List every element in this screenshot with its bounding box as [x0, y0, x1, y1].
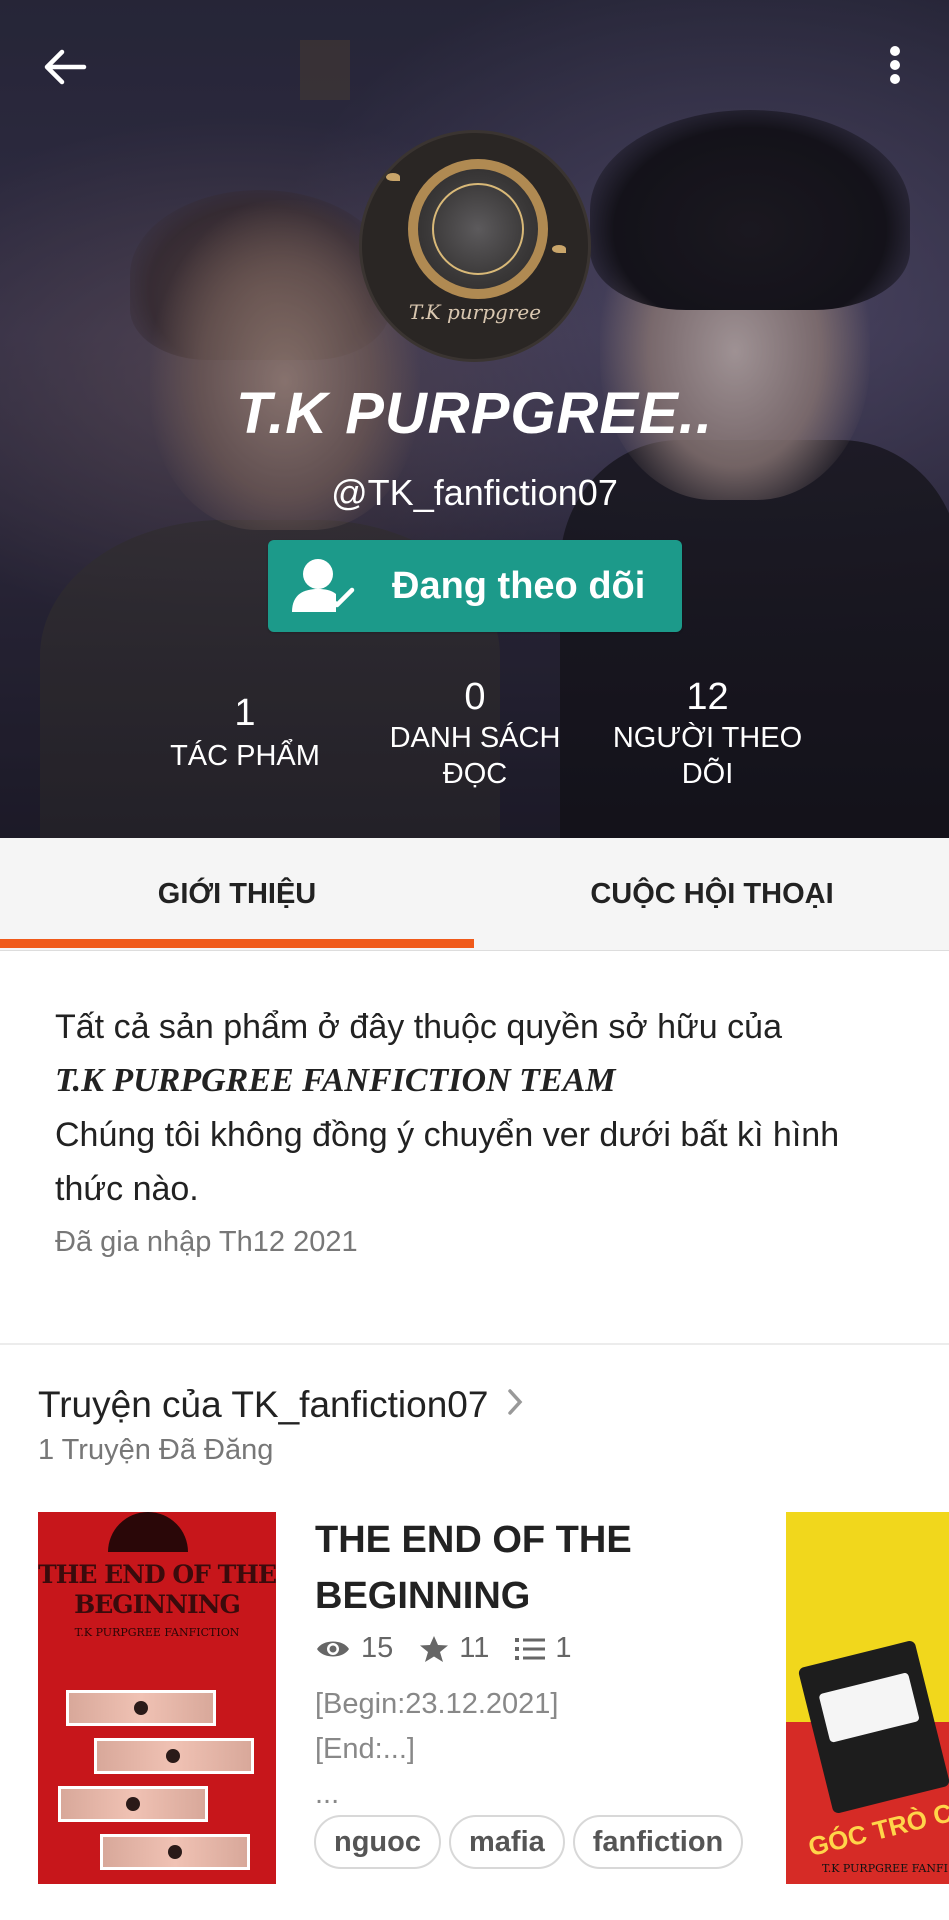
more-options-button[interactable] [870, 40, 920, 90]
story-description-line: [Begin:23.12.2021] [315, 1688, 559, 1720]
stat-works[interactable]: 1 TÁC PHẨM [140, 690, 350, 774]
stat-followers-label: NGƯỜI THEO [612, 722, 803, 754]
eye-icon [317, 1641, 349, 1656]
about-team-name: T.K PURPGREE FANFICTION TEAM [55, 1062, 616, 1099]
list-icon [515, 1637, 546, 1660]
profile-tabs: GIỚI THIỆU CUỘC HỘI THOẠI [0, 838, 949, 951]
about-text-line: Tất cả sản phẩm ở đây thuộc quyền sở hữu… [55, 1008, 782, 1046]
story-cover[interactable]: THE END OF THE BEGINNING T.K PURPGREE FA… [38, 1512, 276, 1884]
profile-header: T.K purpgree T.K PURPGREE.. @TK_fanficti… [0, 0, 949, 838]
tab-about[interactable]: GIỚI THIỆU [0, 838, 474, 950]
following-button[interactable]: Đang theo dõi [268, 540, 682, 632]
story-votes-count: 11 [459, 1632, 490, 1664]
tag-chip[interactable]: mafia [449, 1815, 565, 1869]
avatar-logo-text: T.K purpgree [408, 300, 542, 324]
profile-handle: @TK_fanfiction07 [331, 472, 618, 513]
bird-decoration-icon [552, 245, 566, 253]
user-check-icon [268, 540, 378, 632]
stories-count: 1 Truyện Đã Đăng [38, 1434, 274, 1466]
following-label: Đang theo dõi [392, 564, 646, 607]
section-divider [0, 1343, 949, 1345]
stat-reading-lists-label-2: ĐỌC [442, 758, 508, 790]
cover-eye-strip [66, 1690, 216, 1726]
next-story-cover[interactable]: GÓC TRÒ CHUY T.K PURPGREE FANFI [786, 1512, 949, 1884]
story-stats: 15 11 1 [315, 1632, 598, 1665]
story-parts-count: 1 [555, 1632, 572, 1664]
story-parts: 1 [515, 1632, 572, 1665]
stories-header[interactable]: Truyện của TK_fanfiction07 [38, 1384, 524, 1426]
arrow-left-icon [44, 49, 87, 85]
chevron-right-icon [506, 1384, 524, 1426]
active-tab-indicator [0, 939, 474, 948]
umbrella-graphic [108, 1512, 188, 1552]
bird-decoration-icon [386, 173, 400, 181]
cover-eye-strip [100, 1834, 250, 1870]
about-section: Tất cả sản phẩm ở đây thuộc quyền sở hữu… [55, 1000, 915, 1264]
avatar-emblem [408, 159, 548, 299]
avatar[interactable]: T.K purpgree [359, 130, 591, 362]
story-description-line: ... [315, 1778, 340, 1810]
about-text-line: Chúng tôi không đồng ý chuyển ver dưới b… [55, 1116, 840, 1208]
cover-title: THE END OF THE BEGINNING [38, 1560, 276, 1619]
stat-reading-lists-value: 0 [464, 676, 486, 718]
tag-chip[interactable]: fanfiction [572, 1815, 744, 1869]
stat-reading-lists[interactable]: 0 DANH SÁCH ĐỌC [370, 674, 580, 792]
next-cover-footer: T.K PURPGREE FANFI [822, 1862, 948, 1875]
profile-username: T.K PURPGREE.. [236, 381, 713, 446]
stat-works-label: TÁC PHẨM [170, 740, 320, 772]
cover-eye-strip [94, 1738, 254, 1774]
story-votes: 11 [419, 1632, 489, 1665]
stat-followers-value: 12 [686, 676, 729, 718]
stat-reading-lists-label: DANH SÁCH [389, 722, 561, 754]
joined-date: Đã gia nhập Th12 2021 [55, 1226, 358, 1258]
story-description: [Begin:23.12.2021] [End:...] ... [315, 1682, 558, 1817]
stories-title: Truyện của TK_fanfiction07 [38, 1384, 489, 1425]
story-reads: 15 [315, 1632, 393, 1665]
story-description-line: [End:...] [315, 1733, 415, 1765]
more-vertical-icon [890, 46, 900, 56]
stat-works-value: 1 [234, 692, 256, 734]
story-title[interactable]: THE END OF THE BEGINNING [315, 1512, 645, 1624]
cover-eye-strip [58, 1786, 208, 1822]
story-tags: nguoc mafia fanfiction [314, 1815, 751, 1869]
stat-followers-label-2: DÕI [681, 758, 734, 790]
stat-followers[interactable]: 12 NGƯỜI THEO DÕI [600, 674, 815, 792]
story-reads-count: 15 [361, 1632, 394, 1664]
cover-subtitle: T.K PURPGREE FANFICTION [74, 1626, 240, 1639]
tab-conversations[interactable]: CUỘC HỘI THOẠI [475, 838, 949, 950]
star-icon [420, 1635, 449, 1662]
tag-chip[interactable]: nguoc [314, 1815, 441, 1869]
back-button[interactable] [40, 42, 90, 92]
